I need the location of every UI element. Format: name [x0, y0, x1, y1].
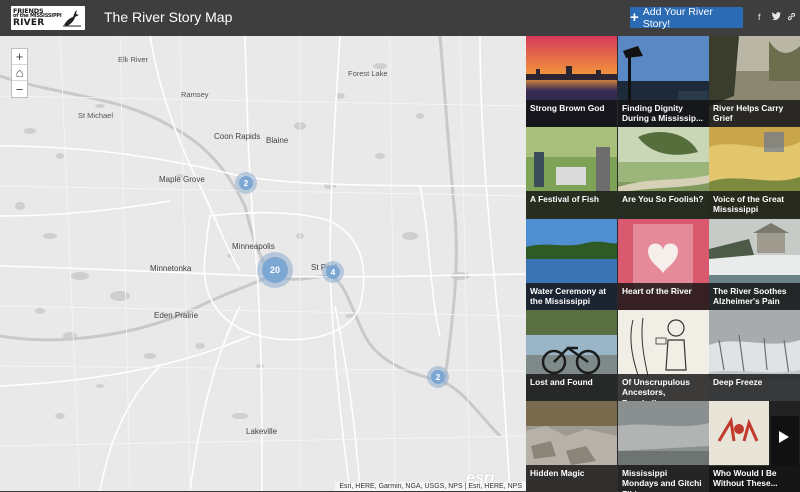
story-tile[interactable]: Mississippi Mondays and Gitchi Zibi: [618, 401, 709, 492]
story-title: River Helps Carry Grief: [709, 100, 800, 127]
story-cluster[interactable]: 2: [427, 366, 449, 388]
city-label: Coon Rapids: [214, 132, 261, 141]
logo-text: FRIENDS of the MISSISSIPPI RIVER: [13, 8, 62, 29]
city-label: Minnetonka: [150, 264, 192, 273]
story-tile[interactable]: Heart of the River: [618, 219, 709, 310]
story-title: A Festival of Fish: [526, 191, 617, 218]
story-tile[interactable]: River Helps Carry Grief: [709, 36, 800, 127]
story-title: Lost and Found: [526, 374, 617, 401]
story-title: Strong Brown God: [526, 100, 617, 127]
city-label: Blaine: [266, 136, 289, 145]
city-label: St Michael: [78, 111, 114, 120]
story-map[interactable]: Elk River Forest Lake Ramsey St Michael …: [0, 36, 526, 491]
cluster-count: 2: [239, 176, 253, 190]
city-label: Ramsey: [181, 90, 209, 99]
map-attribution: Esri, HERE, Garmin, NGA, USGS, NPS | Esr…: [335, 482, 526, 491]
city-label: Eden Prairie: [154, 311, 199, 320]
story-tile[interactable]: Lost and Found: [526, 310, 617, 401]
story-cluster[interactable]: 4: [322, 261, 344, 283]
cluster-count: 4: [326, 265, 340, 279]
story-tile[interactable]: The River Soothes Alzheimer's Pain: [709, 219, 800, 310]
story-tile[interactable]: Hidden Magic: [526, 401, 617, 492]
cluster-count: 2: [431, 370, 445, 384]
cluster-count: 20: [262, 257, 288, 283]
story-title: Water Ceremony at the Mississippi: [526, 283, 617, 310]
story-title: Are You So Foolish?: [618, 191, 709, 218]
city-label: Maple Grove: [159, 175, 205, 184]
logo-line-3: RIVER: [13, 18, 45, 29]
story-title: Deep Freeze: [709, 374, 800, 401]
story-title: Who Would I Be Without These...: [709, 465, 800, 492]
story-tile[interactable]: Who Would I Be Without These...: [709, 401, 800, 492]
link-icon[interactable]: [787, 12, 796, 23]
twitter-icon[interactable]: [771, 12, 781, 22]
city-label: Lakeville: [246, 427, 278, 436]
page-title: The River Story Map: [104, 9, 233, 25]
story-title: Hidden Magic: [526, 465, 617, 492]
story-title: Voice of the Great Mississippi: [709, 191, 800, 218]
app-header: FRIENDS of the MISSISSIPPI RIVER The Riv…: [0, 0, 800, 36]
story-tile[interactable]: Deep Freeze: [709, 310, 800, 401]
story-cluster[interactable]: 20: [257, 252, 293, 288]
story-title: Heart of the River: [618, 283, 709, 310]
city-label: Elk River: [118, 55, 149, 64]
city-label: Minneapolis: [232, 242, 275, 251]
zoom-control: + ⌂ −: [11, 48, 28, 98]
story-tile[interactable]: Strong Brown God: [526, 36, 617, 127]
plus-icon: +: [630, 8, 639, 26]
add-story-button[interactable]: + Add Your River Story!: [630, 5, 743, 30]
story-tile[interactable]: Water Ceremony at the Mississippi: [526, 219, 617, 310]
city-label: Forest Lake: [348, 69, 388, 78]
story-tile[interactable]: A Festival of Fish: [526, 127, 617, 218]
zoom-out-button[interactable]: −: [12, 81, 27, 97]
heron-icon: [63, 10, 81, 27]
zoom-in-button[interactable]: +: [12, 49, 27, 65]
story-tile[interactable]: Finding Dignity During a Mississip...: [618, 36, 709, 127]
friends-of-mississippi-logo[interactable]: FRIENDS of the MISSISSIPPI RIVER: [11, 6, 85, 30]
story-tile[interactable]: Voice of the Great Mississippi: [709, 127, 800, 218]
home-button[interactable]: ⌂: [12, 65, 27, 81]
story-grid: Strong Brown God Finding Dignity During …: [526, 36, 800, 492]
add-story-label: Add Your River Story!: [642, 5, 713, 30]
facebook-icon[interactable]: f: [758, 12, 761, 22]
story-title: The River Soothes Alzheimer's Pain: [709, 283, 800, 310]
story-tile[interactable]: Are You So Foolish?: [618, 127, 709, 218]
story-title: Of Unscrupulous Ancestors, Baseball...: [618, 374, 709, 401]
story-title: Finding Dignity During a Mississip...: [618, 100, 709, 127]
story-title: Mississippi Mondays and Gitchi Zibi: [618, 465, 709, 492]
story-cluster[interactable]: 2: [235, 172, 257, 194]
story-tile[interactable]: Of Unscrupulous Ancestors, Baseball...: [618, 310, 709, 401]
